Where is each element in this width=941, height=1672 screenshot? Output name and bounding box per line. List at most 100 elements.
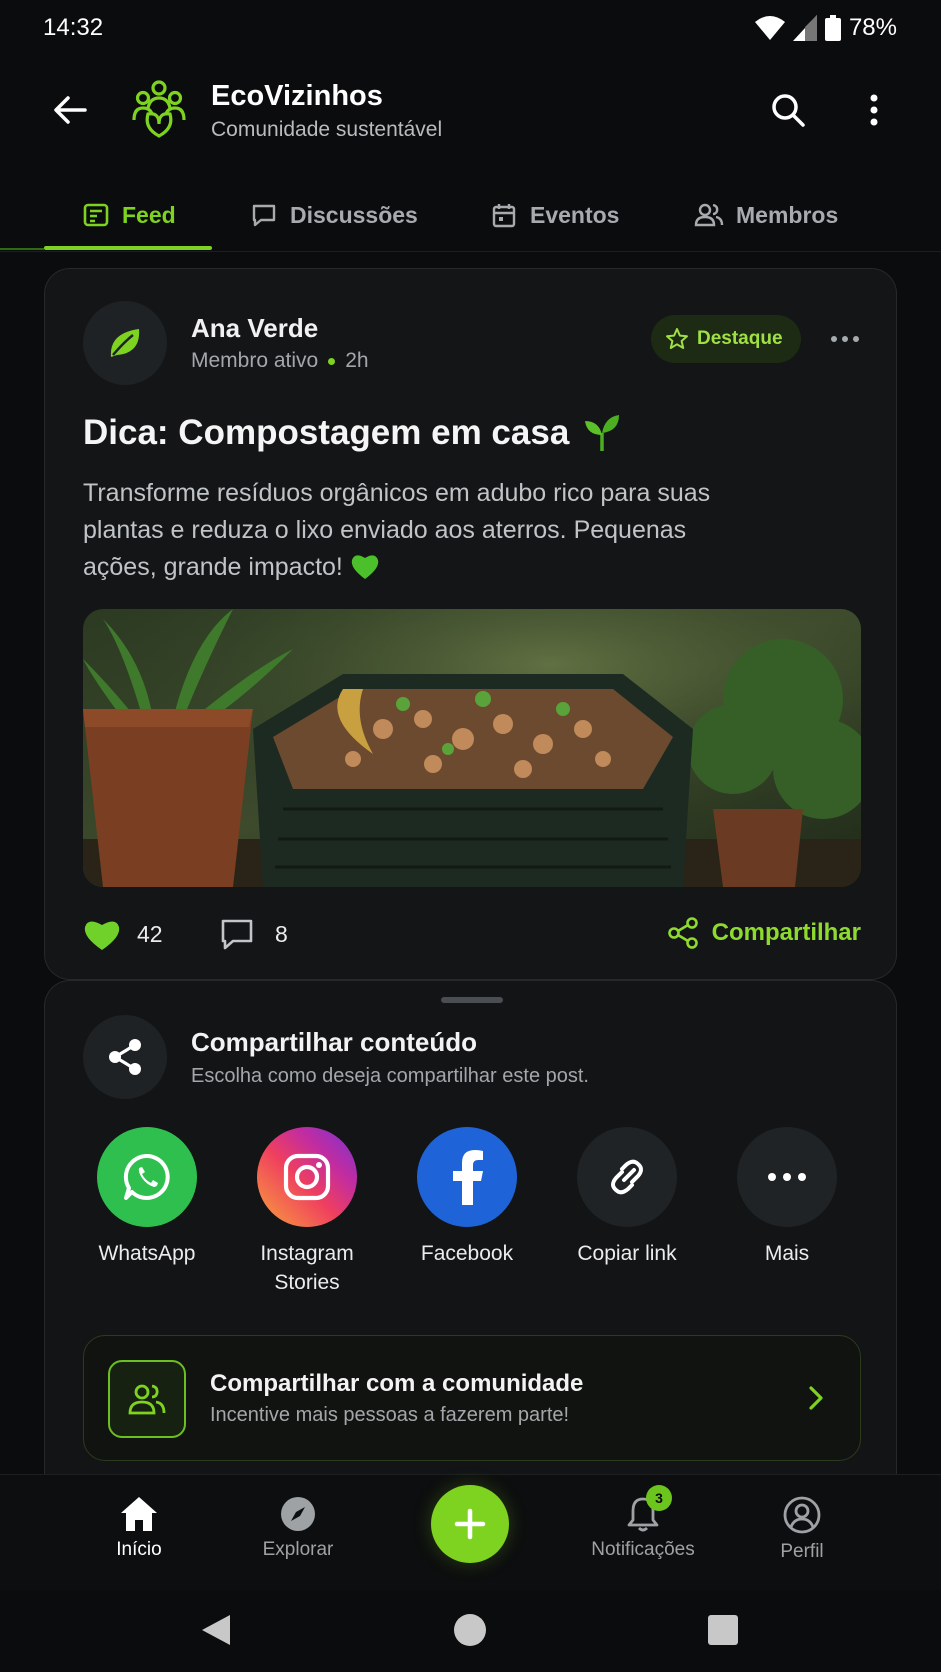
more-horizontal-icon [831,336,859,342]
app-subtitle: Comunidade sustentável [211,118,443,141]
active-tab-indicator [44,246,212,250]
leaf-icon [110,329,140,357]
post-actions: 42 8 Compartilhar [83,917,861,957]
like-count: 42 [137,920,163,947]
overflow-menu-button[interactable] [850,86,898,134]
tab-membros[interactable]: Membros [694,178,838,252]
like-button[interactable]: 42 [83,917,163,951]
system-recents-button[interactable] [703,1610,743,1650]
comment-button[interactable]: 8 [219,917,288,951]
sheet-share-icon-container [83,1015,167,1099]
tab-discussoes[interactable]: Discussões [250,178,418,252]
sheet-drag-handle[interactable] [441,997,503,1003]
avatar[interactable] [83,301,167,385]
search-button[interactable] [764,86,812,134]
heart-icon [84,921,120,950]
share-option-label: Copiar link [577,1242,677,1265]
post-options-button[interactable] [825,319,865,359]
calendar-icon [492,204,516,228]
nav-notificacoes[interactable]: 3 Notificações [568,1485,718,1561]
more-icon [737,1127,837,1227]
facebook-icon [417,1127,517,1227]
share-option-label: Mais [764,1242,810,1265]
status-bar: 14:32 78% [0,0,941,60]
system-home-button[interactable] [450,1610,490,1650]
share-option-facebook[interactable]: Facebook [392,1127,542,1268]
author-meta: Membro ativo 2h [191,349,369,373]
members-icon [694,203,724,227]
comment-count: 8 [275,920,288,947]
circle-home-icon [454,1614,486,1646]
tab-feed[interactable]: Feed [82,178,176,252]
tab-label: Discussões [290,201,418,228]
community-logo-icon [128,78,190,140]
chat-icon [252,204,276,227]
app-title: EcoVizinhos [211,80,383,112]
community-icon [108,1360,186,1438]
sheet-title: Compartilhar conteúdo [191,1027,478,1057]
nav-label: Explorar [262,1539,334,1560]
post-title-text: Dica: Compostagem em casa [83,413,570,452]
nav-label: Início [116,1539,162,1560]
post-card: Ana Verde Membro ativo 2h Destaque Dica:… [44,268,897,980]
post-title: Dica: Compostagem em casa [83,413,623,453]
back-button[interactable] [46,86,94,134]
nav-label: Perfil [780,1541,824,1562]
tab-label: Membros [736,201,839,228]
feed-icon [83,203,109,227]
wifi-icon [754,16,785,40]
community-title: Compartilhar com a comunidade [210,1370,584,1397]
instagram-icon [257,1127,357,1227]
share-with-community-button[interactable]: Compartilhar com a comunidade Incentive … [83,1335,861,1461]
battery-percent: 78% [848,14,897,41]
signal-icon [792,15,817,41]
compass-icon [281,1497,315,1531]
nav-inicio[interactable]: Início [64,1495,214,1561]
sheet-subtitle: Escolha como deseja compartilhar este po… [191,1065,589,1087]
triangle-back-icon [202,1615,230,1645]
status-time: 14:32 [43,14,104,41]
share-label: Compartilhar [711,919,861,946]
badge-label: Destaque [697,328,783,349]
share-icon [667,917,698,949]
share-option-copy-link[interactable]: Copiar link [552,1127,702,1268]
author-role: Membro ativo [191,349,319,372]
separator-dot [328,357,336,365]
share-icon [109,1039,141,1075]
status-icons: 78% [754,14,897,42]
whatsapp-icon [97,1127,197,1227]
plus-icon [454,1508,486,1540]
compost-image[interactable] [83,609,861,887]
nav-label: Notificações [591,1539,695,1560]
author-name[interactable]: Ana Verde [191,313,318,344]
bottom-navigation: Início Explorar 3 Notificações Perfil [0,1474,941,1590]
tab-label: Eventos [530,201,620,228]
share-option-instagram[interactable]: Instagram Stories [232,1127,382,1297]
star-icon [666,328,688,349]
post-time: 2h [345,349,369,372]
post-body-text: Transforme resíduos orgânicos em adubo r… [83,479,711,581]
nav-perfil[interactable]: Perfil [727,1495,877,1563]
share-option-label: Instagram Stories [260,1242,354,1294]
tab-bar: Feed Discussões Eventos Membros [0,178,941,252]
nav-explorar[interactable]: Explorar [223,1495,373,1561]
share-option-more[interactable]: Mais [712,1127,862,1268]
home-icon [121,1497,157,1531]
tab-label: Feed [122,201,176,228]
share-option-label: WhatsApp [98,1242,196,1265]
battery-icon [824,15,841,41]
comment-icon [221,919,253,950]
tab-eventos[interactable]: Eventos [490,178,619,252]
share-option-label: Facebook [420,1242,514,1265]
share-button[interactable]: Compartilhar [667,917,861,949]
system-back-button[interactable] [196,1610,236,1650]
notification-count-badge: 3 [646,1485,672,1511]
share-option-whatsapp[interactable]: WhatsApp [72,1127,222,1268]
featured-badge: Destaque [651,315,801,363]
create-post-button[interactable] [431,1485,509,1563]
link-icon [577,1127,677,1227]
more-vertical-icon [870,94,878,126]
square-recents-icon [708,1615,738,1645]
search-icon [772,94,805,127]
bell-icon-wrapper: 3 [624,1485,672,1533]
